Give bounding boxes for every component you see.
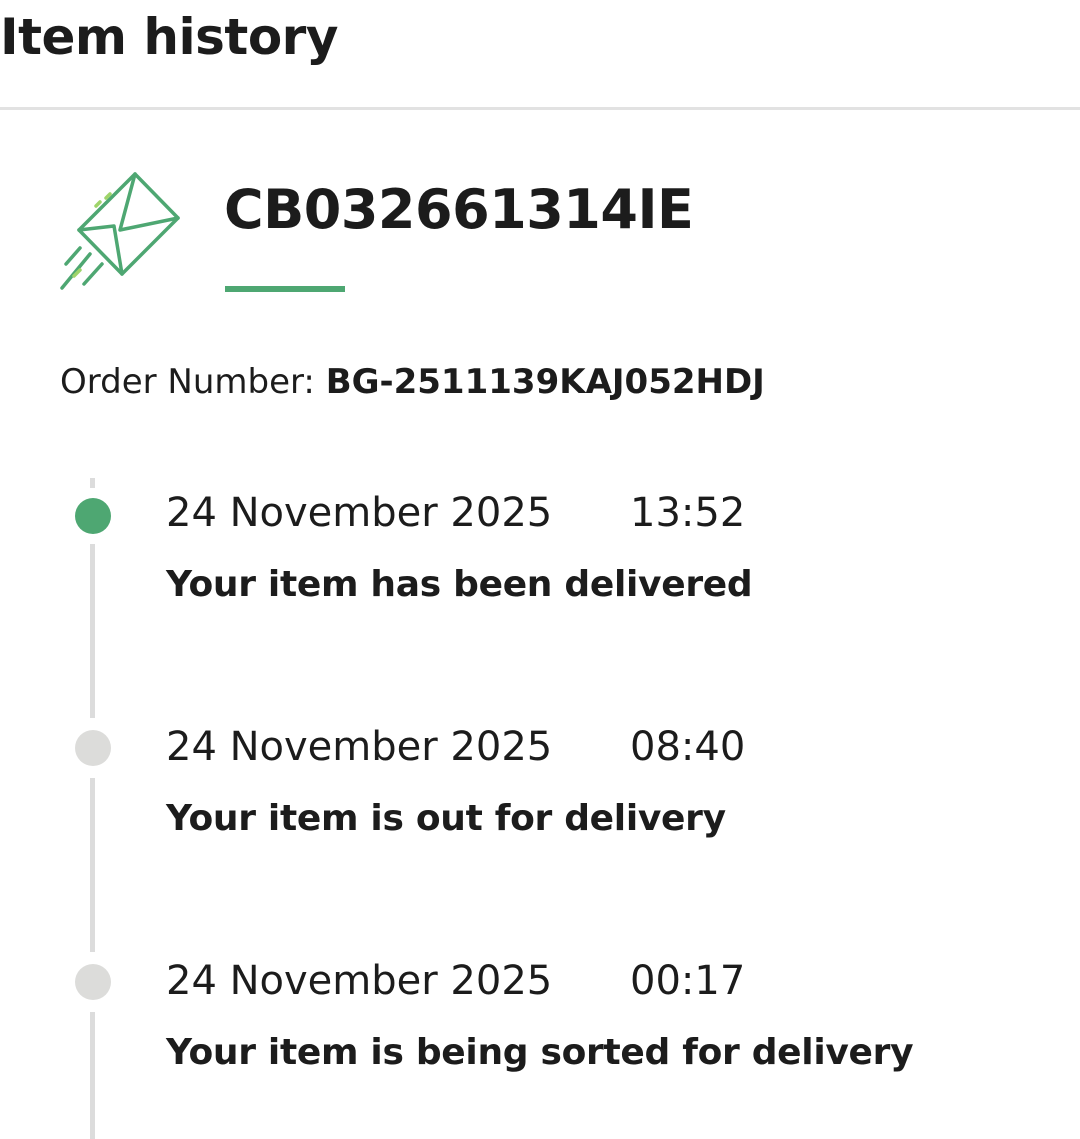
page-header: Item history bbox=[0, 0, 1080, 110]
event-time: 08:40 bbox=[630, 724, 746, 770]
timeline-line bbox=[90, 544, 95, 718]
timeline-dot bbox=[75, 730, 111, 766]
event-date: 24 November 2025 bbox=[166, 490, 553, 536]
order-number-row: Order Number: BG-2511139KAJ052HDJ bbox=[60, 362, 765, 402]
event-time: 00:17 bbox=[630, 958, 746, 1004]
timeline-dot-active bbox=[75, 498, 111, 534]
tracking-underline bbox=[225, 286, 345, 292]
event-time: 13:52 bbox=[630, 490, 746, 536]
event-date: 24 November 2025 bbox=[166, 724, 553, 770]
timeline-line bbox=[90, 1012, 95, 1139]
timeline-line bbox=[90, 778, 95, 952]
event-date: 24 November 2025 bbox=[166, 958, 553, 1004]
order-number-value: BG-2511139KAJ052HDJ bbox=[325, 362, 765, 402]
order-number-label: Order Number: bbox=[60, 362, 315, 402]
timeline-dot bbox=[75, 964, 111, 1000]
page-title: Item history bbox=[0, 8, 338, 66]
envelope-icon bbox=[60, 172, 180, 290]
timeline-line bbox=[90, 478, 95, 488]
event-status: Your item is being sorted for delivery bbox=[166, 1032, 914, 1073]
event-status: Your item has been delivered bbox=[166, 564, 753, 605]
event-status: Your item is out for delivery bbox=[166, 798, 726, 839]
tracking-number: CB032661314IE bbox=[224, 178, 694, 241]
